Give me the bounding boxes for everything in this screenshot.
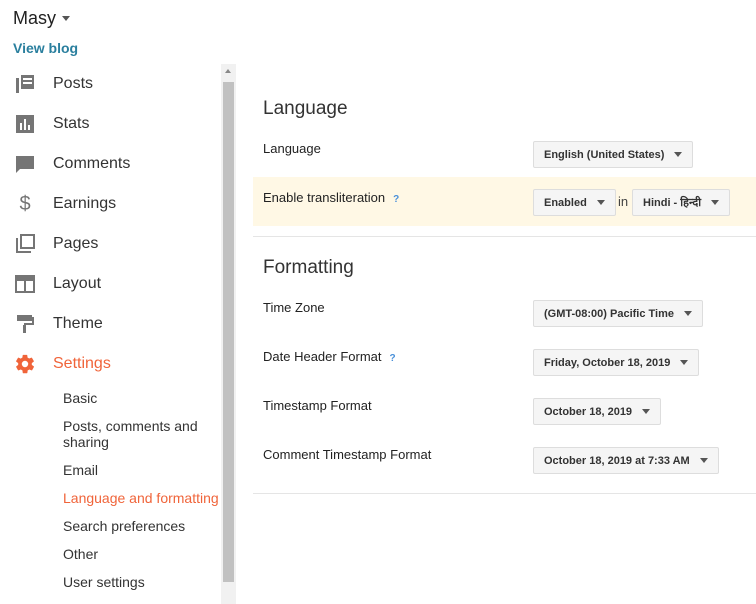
timezone-label: Time Zone xyxy=(263,300,325,315)
sidebar-item-settings[interactable]: Settings xyxy=(0,344,220,384)
chevron-down-icon xyxy=(596,200,605,205)
language-select[interactable]: English (United States) xyxy=(533,141,694,168)
timestamp-select[interactable]: October 18, 2019 xyxy=(533,398,662,425)
submenu-item-posts-comments-sharing[interactable]: Posts, comments and sharing xyxy=(63,412,220,456)
sidebar-item-pages[interactable]: Pages xyxy=(0,224,220,264)
pages-icon xyxy=(14,233,36,255)
scroll-up-arrow-icon[interactable] xyxy=(225,69,231,73)
sidebar-item-label: Posts xyxy=(53,75,94,92)
sidebar-item-stats[interactable]: Stats xyxy=(0,104,220,144)
timestamp-label: Timestamp Format xyxy=(263,398,372,413)
sidebar-item-layout[interactable]: Layout xyxy=(0,264,220,304)
comment-timestamp-label: Comment Timestamp Format xyxy=(263,447,432,462)
sidebar-nav: Posts Stats Comments $ Earnings Pages La… xyxy=(0,64,220,596)
comment-timestamp-select[interactable]: October 18, 2019 at 7:33 AM xyxy=(533,447,719,474)
submenu-item-other[interactable]: Other xyxy=(63,540,220,568)
blog-name: Masy xyxy=(13,8,57,28)
sidebar-item-comments[interactable]: Comments xyxy=(0,144,220,184)
submenu-item-basic[interactable]: Basic xyxy=(63,384,220,412)
settings-content: Language Language English (United States… xyxy=(253,64,756,514)
blog-switcher[interactable]: Masy xyxy=(13,8,71,29)
transliteration-row: Enable transliteration? Enabled in Hindi… xyxy=(253,177,756,226)
settings-submenu: Basic Posts, comments and sharing Email … xyxy=(0,384,220,596)
gear-icon xyxy=(14,353,36,375)
date-header-select[interactable]: Friday, October 18, 2019 xyxy=(533,349,700,376)
layout-icon xyxy=(14,273,36,295)
dollar-icon: $ xyxy=(19,192,31,215)
chevron-down-icon xyxy=(62,16,71,21)
language-section-title: Language xyxy=(263,98,348,119)
sidebar-item-theme[interactable]: Theme xyxy=(0,304,220,344)
date-header-select-value: Friday, October 18, 2019 xyxy=(544,356,671,369)
date-header-label: Date Header Format? xyxy=(263,349,396,364)
timestamp-row: Timestamp Format October 18, 2019 xyxy=(253,385,756,434)
stats-icon xyxy=(14,113,36,135)
chevron-down-icon xyxy=(684,311,693,316)
formatting-section-title: Formatting xyxy=(263,257,354,278)
date-header-label-text: Date Header Format xyxy=(263,349,382,364)
timestamp-select-value: October 18, 2019 xyxy=(544,405,633,418)
submenu-item-search-preferences[interactable]: Search preferences xyxy=(63,512,220,540)
transliteration-label-text: Enable transliteration xyxy=(263,190,386,205)
scrollbar-thumb[interactable] xyxy=(223,82,234,582)
chevron-down-icon xyxy=(674,152,683,157)
chevron-down-icon xyxy=(680,360,689,365)
section-divider xyxy=(253,493,756,494)
language-label: Language xyxy=(263,141,321,156)
sidebar-item-label: Comments xyxy=(53,155,131,172)
transliteration-language-select[interactable]: Hindi - हिन्दी xyxy=(632,189,731,216)
language-select-value: English (United States) xyxy=(544,148,665,161)
sidebar-item-posts[interactable]: Posts xyxy=(0,64,220,104)
sidebar-item-label: Theme xyxy=(53,315,103,332)
sidebar-item-label: Earnings xyxy=(53,195,117,212)
comment-timestamp-select-value: October 18, 2019 at 7:33 AM xyxy=(544,454,690,467)
submenu-item-language-formatting[interactable]: Language and formatting xyxy=(63,484,220,512)
sidebar-scrollbar[interactable] xyxy=(221,64,236,604)
timezone-select-value: (GMT-08:00) Pacific Time xyxy=(544,307,675,320)
submenu-item-email[interactable]: Email xyxy=(63,456,220,484)
paint-roller-icon xyxy=(14,313,36,335)
sidebar-item-label: Stats xyxy=(53,115,90,132)
comment-timestamp-row: Comment Timestamp Format October 18, 201… xyxy=(253,434,756,483)
comments-icon xyxy=(14,153,36,175)
transliteration-select-value: Enabled xyxy=(544,196,587,209)
language-row: Language English (United States) xyxy=(253,128,756,177)
help-icon[interactable]: ? xyxy=(390,353,396,364)
timezone-row: Time Zone (GMT-08:00) Pacific Time xyxy=(253,287,756,336)
help-icon[interactable]: ? xyxy=(393,194,399,205)
chevron-down-icon xyxy=(642,409,651,414)
chevron-down-icon xyxy=(711,200,720,205)
transliteration-language-value: Hindi - हिन्दी xyxy=(643,197,702,209)
posts-icon xyxy=(14,73,36,95)
sidebar-item-label: Layout xyxy=(53,275,102,292)
sidebar-item-label: Pages xyxy=(53,235,99,252)
in-label: in xyxy=(618,194,629,209)
transliteration-label: Enable transliteration? xyxy=(263,190,399,205)
sidebar-item-label: Settings xyxy=(53,355,111,372)
section-divider xyxy=(253,236,756,237)
transliteration-select[interactable]: Enabled xyxy=(533,189,616,216)
timezone-select[interactable]: (GMT-08:00) Pacific Time xyxy=(533,300,704,327)
sidebar-item-earnings[interactable]: $ Earnings xyxy=(0,184,220,224)
date-header-row: Date Header Format? Friday, October 18, … xyxy=(253,336,756,385)
view-blog-link[interactable]: View blog xyxy=(13,40,78,56)
submenu-item-user-settings[interactable]: User settings xyxy=(63,568,220,596)
chevron-down-icon xyxy=(699,458,708,463)
